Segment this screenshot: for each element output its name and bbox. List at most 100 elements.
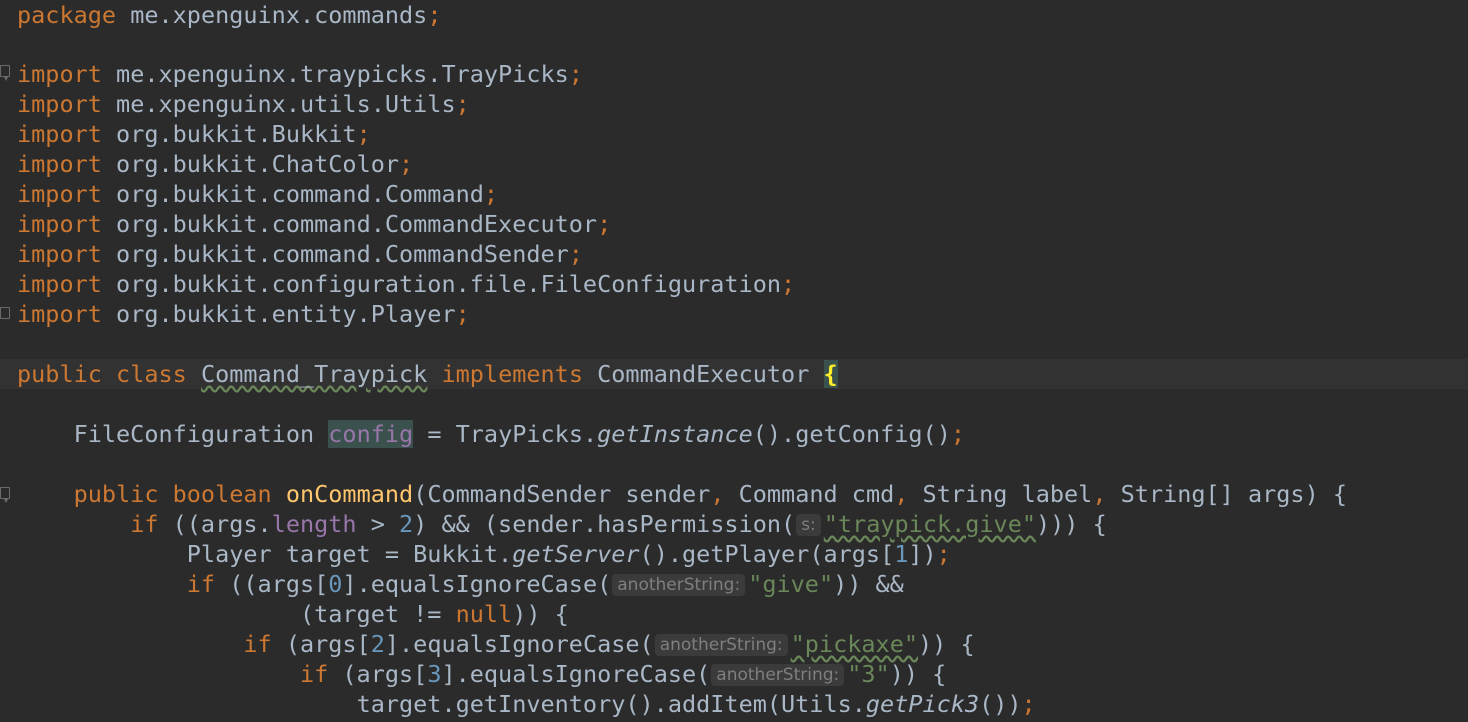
number-literal: 1 [894, 540, 909, 568]
code-line-target-null-check[interactable]: (target != null)) { [17, 599, 569, 629]
code-line-method-declaration[interactable]: public boolean onCommand(CommandSender s… [17, 479, 1347, 509]
parameter-hint: anotherString: [711, 664, 845, 686]
static-call: getServer [512, 540, 640, 568]
code-text: target.getInventory().addItem(Utils. [356, 690, 866, 718]
string-literal: "3" [847, 660, 890, 688]
keyword-import: import [17, 240, 102, 268]
keyword-package: package [17, 1, 117, 29]
number-literal: 2 [399, 510, 414, 538]
string-literal: "traypick.give" [823, 510, 1037, 538]
interface-name: CommandExecutor [597, 360, 810, 388]
code-text: ((args. [158, 510, 272, 538]
comma: , [894, 480, 909, 508]
field-length: length [271, 510, 357, 538]
code-line-if-level-3[interactable]: if (args[3].equalsIgnoreCase(anotherStri… [17, 659, 946, 689]
code-text: ].equalsIgnoreCase( [384, 630, 654, 658]
code-line-field[interactable]: FileConfiguration config = TrayPicks.get… [17, 419, 965, 449]
number-literal: 2 [370, 630, 385, 658]
import-path: org.bukkit.command.CommandSender [116, 240, 569, 268]
keyword-null: null [455, 600, 513, 628]
semicolon: ; [950, 420, 965, 448]
parameter-hint: s: [796, 514, 821, 536]
import-path: me.xpenguinx.traypicks.TrayPicks [116, 60, 569, 88]
keyword-class: class [116, 360, 187, 388]
package-name: me.xpenguinx.commands [130, 1, 428, 29]
code-text: ].equalsIgnoreCase( [342, 570, 612, 598]
semicolon: ; [427, 1, 442, 29]
code-line-import[interactable]: import org.bukkit.ChatColor; [17, 149, 413, 179]
code-text: )) { [512, 600, 569, 628]
semicolon: ; [483, 180, 499, 208]
code-text: ))) { [1036, 510, 1107, 538]
static-call: getInstance [597, 420, 753, 448]
keyword-boolean: boolean [172, 480, 272, 508]
code-line-import[interactable]: import org.bukkit.command.CommandExecuto… [17, 209, 611, 239]
import-path: org.bukkit.command.Command [116, 180, 484, 208]
code-editor[interactable]: package me.xpenguinx.commands; import me… [0, 0, 1468, 722]
class-name: Command_Traypick [200, 360, 428, 388]
keyword-import: import [17, 90, 102, 118]
comma: , [1092, 480, 1107, 508]
semicolon: ; [455, 300, 470, 328]
fold-marker-icon[interactable] [0, 487, 10, 503]
keyword-if: if [186, 570, 216, 598]
number-literal: 3 [427, 660, 442, 688]
keyword-import: import [17, 300, 102, 328]
code-text: ].equalsIgnoreCase( [441, 660, 711, 688]
code-line-import[interactable]: import me.xpenguinx.utils.Utils; [17, 89, 470, 119]
param: Command cmd [724, 480, 895, 508]
code-text: ().getPlayer(args[ [639, 540, 895, 568]
code-line-if-pickaxe[interactable]: if (args[2].equalsIgnoreCase(anotherStri… [17, 629, 975, 659]
code-line-import[interactable]: import org.bukkit.configuration.file.Fil… [17, 269, 795, 299]
keyword-import: import [17, 60, 102, 88]
code-line-import[interactable]: import org.bukkit.entity.Player; [17, 299, 470, 329]
code-text: (target != [299, 600, 456, 628]
keyword-if: if [130, 510, 159, 538]
keyword-import: import [17, 270, 102, 298]
code-text: > [356, 510, 400, 538]
keyword-import: import [17, 150, 102, 178]
code-text: ]) [908, 540, 937, 568]
semicolon: ; [455, 90, 470, 118]
parameter-hint: anotherString: [654, 634, 788, 656]
code-text: )) { [918, 630, 975, 658]
code-line-player-target[interactable]: Player target = Bukkit.getServer().getPl… [17, 539, 951, 569]
import-path: me.xpenguinx.utils.Utils [116, 90, 456, 118]
call-rest: ().getConfig() [752, 420, 951, 448]
code-text: )) { [889, 660, 947, 688]
keyword-public: public [17, 360, 102, 388]
semicolon: ; [399, 150, 414, 178]
operator: = [427, 420, 442, 448]
code-line-class-declaration[interactable]: public class Command_Traypick implements… [17, 359, 838, 389]
keyword-implements: implements [441, 360, 583, 388]
import-path: org.bukkit.ChatColor [116, 150, 400, 178]
code-line-import[interactable]: import org.bukkit.Bukkit; [17, 119, 371, 149]
keyword-import: import [17, 120, 102, 148]
code-line-import[interactable]: import org.bukkit.command.CommandSender; [17, 239, 583, 269]
code-line-import[interactable]: import org.bukkit.command.Command; [17, 179, 498, 209]
matched-brace: { [823, 360, 838, 388]
string-literal: "pickaxe" [790, 630, 918, 658]
code-line-if-give[interactable]: if ((args[0].equalsIgnoreCase(anotherStr… [17, 569, 904, 599]
code-text: ()) [979, 690, 1022, 718]
code-text: Player target = Bukkit. [186, 540, 513, 568]
code-line-if-permission[interactable]: if ((args.length > 2) && (sender.hasPerm… [17, 509, 1107, 539]
code-line-import[interactable]: import me.xpenguinx.traypicks.TrayPicks; [17, 59, 583, 89]
semicolon: ; [936, 540, 951, 568]
code-line-add-item[interactable]: target.getInventory().addItem(Utils.getP… [17, 689, 1036, 719]
import-path: org.bukkit.entity.Player [116, 300, 456, 328]
string-literal: "give" [748, 570, 834, 598]
fold-marker-icon[interactable] [0, 65, 10, 81]
field-name: config [328, 420, 414, 448]
keyword-if: if [243, 630, 272, 658]
code-line-package[interactable]: package me.xpenguinx.commands; [17, 0, 441, 30]
param: (CommandSender sender [413, 480, 711, 508]
fold-marker-icon[interactable] [0, 307, 10, 319]
method-name: onCommand [285, 480, 414, 508]
keyword-public: public [73, 480, 159, 508]
parameter-hint: anotherString: [612, 574, 746, 596]
code-text: ((args[ [215, 570, 329, 598]
code-text: (args[ [271, 630, 371, 658]
call-owner: TrayPicks. [455, 420, 598, 448]
semicolon: ; [568, 240, 583, 268]
